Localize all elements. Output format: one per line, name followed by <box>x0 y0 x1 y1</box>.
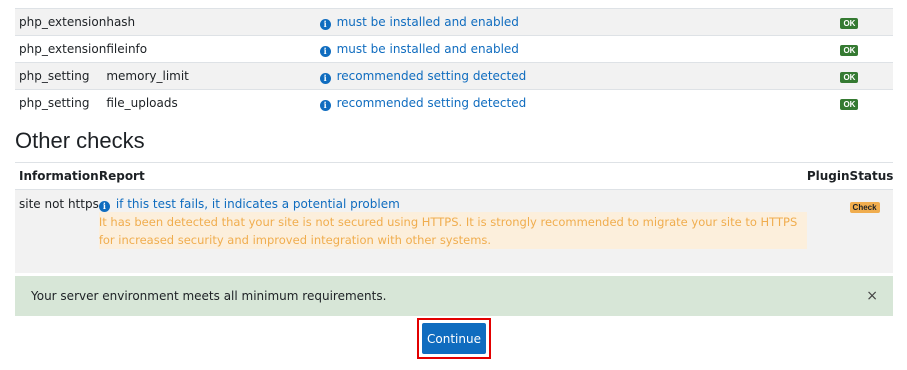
env-report: i recommended setting detected <box>319 62 841 90</box>
env-name: file_uploads <box>106 89 320 116</box>
env-status: OK <box>840 62 893 90</box>
table-row: php_setting file_uploads i recommended se… <box>15 89 893 116</box>
status-badge: OK <box>840 99 859 110</box>
table-row: site not https i if this test fails, it i… <box>15 189 894 273</box>
alert-message: Your server environment meets all minimu… <box>31 289 387 303</box>
check-warning-detail: It has been detected that your site is n… <box>98 212 807 249</box>
table-header-row: Information Report Plugin Status <box>15 162 894 190</box>
env-type: php_extension <box>15 35 107 63</box>
status-badge: Check <box>849 202 880 213</box>
check-report-link[interactable]: if this test fails, it indicates a poten… <box>116 197 400 211</box>
env-report-link[interactable]: must be installed and enabled <box>337 15 519 29</box>
other-checks-heading: Other checks <box>15 128 145 153</box>
status-badge: OK <box>840 45 859 56</box>
env-report-link[interactable]: recommended setting detected <box>337 96 527 110</box>
env-report-link[interactable]: must be installed and enabled <box>337 42 519 56</box>
continue-button[interactable]: Continue <box>422 323 486 354</box>
check-information: site not https <box>15 189 99 273</box>
env-status: OK <box>840 89 893 116</box>
check-report: i if this test fails, it indicates a pote… <box>98 189 807 273</box>
env-name: memory_limit <box>106 62 320 90</box>
other-checks-table: Information Report Plugin Status site no… <box>15 162 894 273</box>
env-name: hash <box>106 8 320 36</box>
env-report: i must be installed and enabled <box>319 35 841 63</box>
install-environment-page: php_extension hash i must be installed an… <box>0 0 907 370</box>
env-type: php_extension <box>15 8 107 36</box>
column-header-status: Status <box>849 162 894 190</box>
continue-button-highlight: Continue <box>417 318 491 359</box>
table-row: php_extension fileinfo i must be installe… <box>15 35 893 63</box>
check-status: Check <box>849 189 894 273</box>
info-icon[interactable]: i <box>319 72 331 84</box>
info-icon[interactable]: i <box>319 45 331 57</box>
close-icon[interactable]: × <box>866 276 878 316</box>
env-name: fileinfo <box>106 35 320 63</box>
column-header-report: Report <box>98 162 807 190</box>
info-icon[interactable]: i <box>319 99 331 111</box>
env-report: i recommended setting detected <box>319 89 841 116</box>
env-report: i must be installed and enabled <box>319 8 841 36</box>
table-row-partial <box>15 0 893 9</box>
status-badge: OK <box>840 18 859 29</box>
env-status: OK <box>840 8 893 36</box>
column-header-plugin: Plugin <box>806 162 850 190</box>
info-icon[interactable]: i <box>319 18 331 30</box>
check-plugin <box>806 189 850 273</box>
env-type: php_setting <box>15 89 107 116</box>
env-status: OK <box>840 35 893 63</box>
success-alert: Your server environment meets all minimu… <box>15 276 893 316</box>
table-row: php_setting memory_limit i recommended se… <box>15 62 893 90</box>
env-type: php_setting <box>15 62 107 90</box>
env-report-link[interactable]: recommended setting detected <box>337 69 527 83</box>
table-row: php_extension hash i must be installed an… <box>15 8 893 36</box>
info-icon[interactable]: i <box>98 201 110 212</box>
environment-table: php_extension hash i must be installed an… <box>15 0 893 116</box>
status-badge: OK <box>840 72 859 83</box>
column-header-information: Information <box>15 162 99 190</box>
